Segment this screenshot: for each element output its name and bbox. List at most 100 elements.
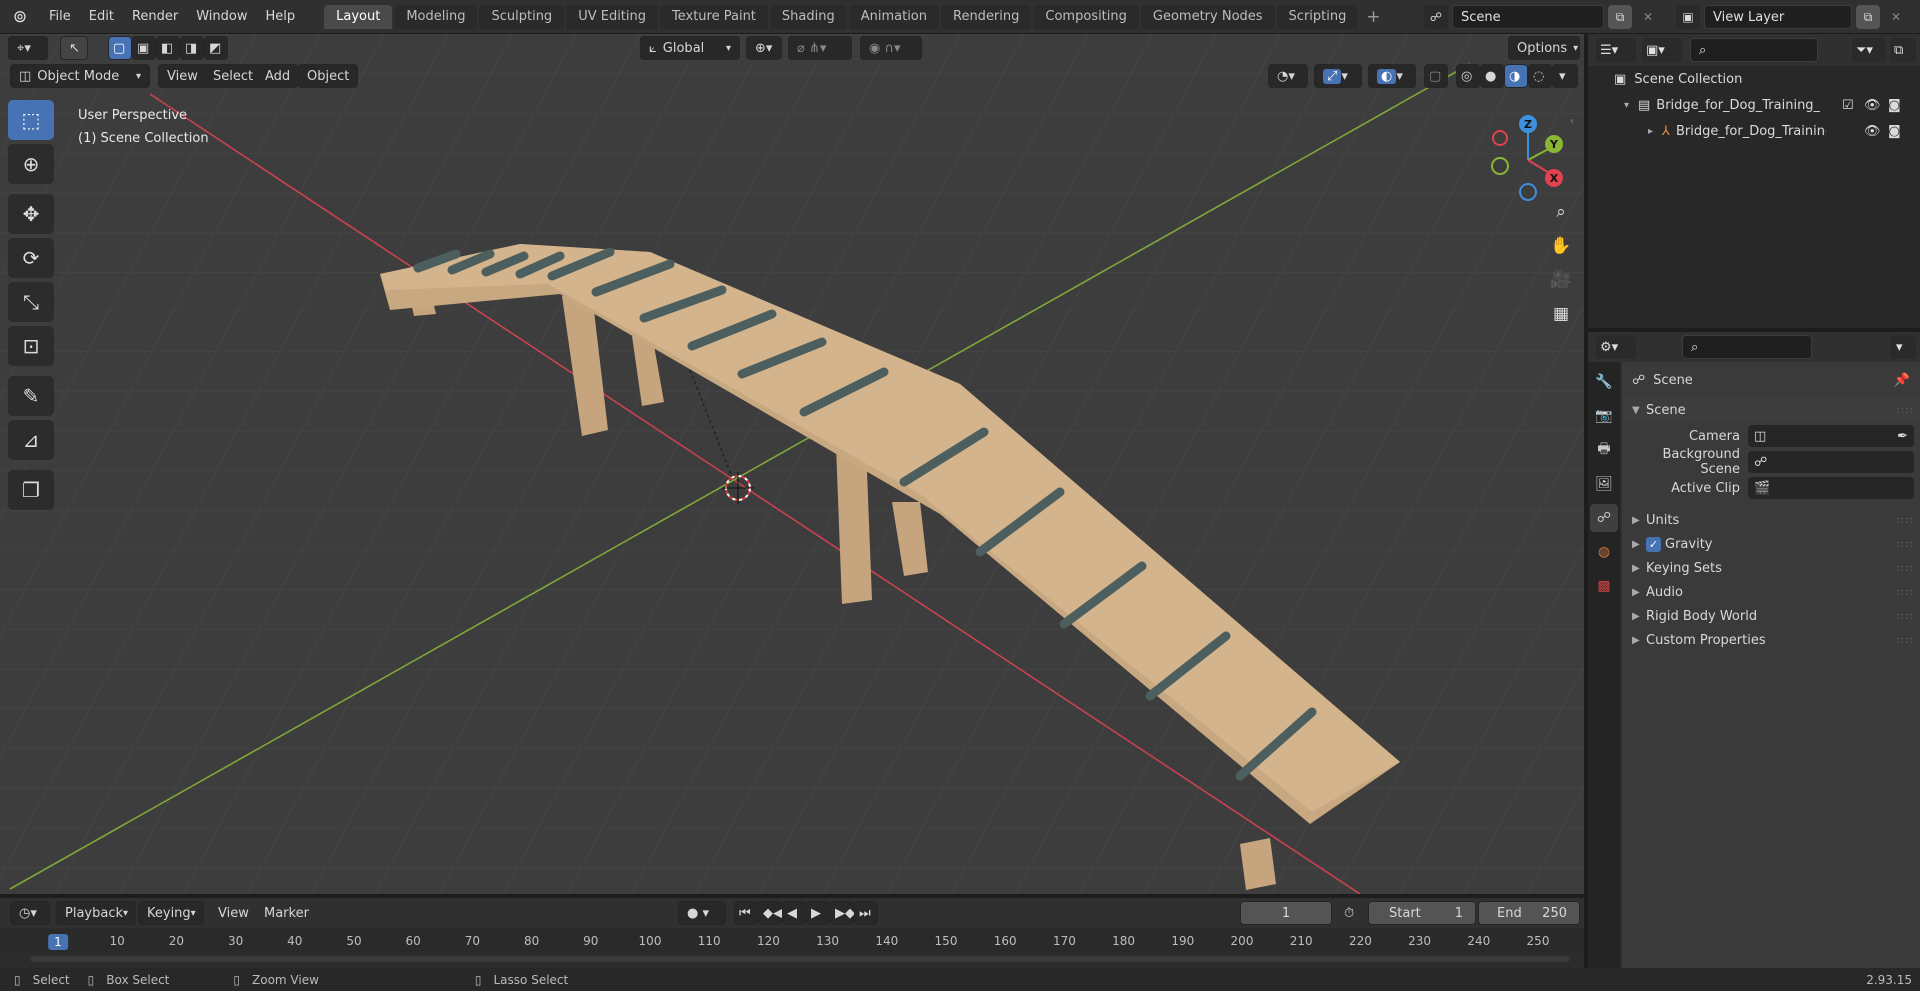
proportional-edit-icon[interactable]: ◉ ∩▾	[860, 36, 922, 60]
timeline-editor-type-icon[interactable]: ◷▾	[10, 901, 50, 925]
camera-field[interactable]: ◫ ✒	[1748, 425, 1914, 447]
panel-audio[interactable]: ▶ Audio ::::	[1622, 580, 1920, 604]
chevron-down-icon[interactable]: ▾	[1890, 335, 1916, 359]
drag-handle-icon[interactable]: ::::	[1897, 635, 1914, 646]
view-layer-field[interactable]: View Layer	[1704, 5, 1852, 29]
select-mode-new-icon[interactable]: ▢	[108, 36, 132, 60]
3d-viewport[interactable]: ⌖▾ ↖ ▢ ▣ ◧ ◨ ◩ ⟀ Global ▾ ⊕▾ ⌀ ⋔▾ ◉ ∩▾ Opt…	[0, 34, 1584, 894]
panel-units[interactable]: ▶ Units ::::	[1622, 508, 1920, 532]
background-scene-field[interactable]: ☍	[1748, 451, 1914, 473]
panel-custom-properties[interactable]: ▶ Custom Properties ::::	[1622, 628, 1920, 652]
new-scene-icon[interactable]: ⧉	[1608, 5, 1632, 29]
view-layer-icon[interactable]: ▣	[1676, 5, 1700, 29]
menu-help[interactable]: Help	[257, 0, 305, 34]
measure-tool-icon[interactable]: ⊿	[8, 420, 54, 460]
menu-file[interactable]: File	[40, 0, 80, 34]
new-collection-icon[interactable]: ⧉	[1890, 38, 1916, 62]
camera-render-icon[interactable]: ◙	[1888, 98, 1901, 113]
drag-handle-icon[interactable]: ::::	[1897, 563, 1914, 574]
menu-edit[interactable]: Edit	[80, 0, 123, 34]
select-mode-extend-icon[interactable]: ▣	[132, 36, 156, 60]
expand-arrow-icon[interactable]: ▾	[1624, 100, 1638, 111]
properties-editor-type-icon[interactable]: ⚙▾	[1596, 335, 1636, 359]
transform-tool-icon[interactable]: ⊡	[8, 326, 54, 366]
remove-view-layer-icon[interactable]: ✕	[1884, 5, 1908, 29]
keying-menu[interactable]: Keying ▾	[138, 901, 204, 925]
rotate-tool-icon[interactable]: ⟳	[8, 238, 54, 278]
wireframe-shading-icon[interactable]: ◎	[1456, 64, 1480, 88]
neg-x-axis-handle[interactable]	[1492, 130, 1508, 146]
jump-prev-keyframe-icon[interactable]: ◆◀	[758, 901, 783, 925]
pivot-point-icon[interactable]: ⊕▾	[746, 36, 782, 60]
move-tool-icon[interactable]: ✥	[8, 194, 54, 234]
menu-render[interactable]: Render	[123, 0, 187, 34]
material-preview-icon[interactable]: ◑	[1504, 64, 1528, 88]
select-mode-invert-icon[interactable]: ◨	[180, 36, 204, 60]
jump-start-icon[interactable]: ⏮	[734, 901, 758, 925]
eye-icon[interactable]: 👁	[1864, 98, 1881, 113]
cursor-tool-icon[interactable]: ⊕	[8, 144, 54, 184]
transform-orientation-dropdown[interactable]: ⟀ Global ▾	[640, 36, 740, 60]
tab-uv-editing[interactable]: UV Editing	[566, 4, 659, 29]
scene-name-field[interactable]: Scene	[1452, 5, 1604, 29]
menu-window[interactable]: Window	[187, 0, 256, 34]
select-mode-subtract-icon[interactable]: ◧	[156, 36, 180, 60]
outliner-row-scene-collection[interactable]: ▣ Scene Collection	[1588, 66, 1920, 92]
tab-animation[interactable]: Animation	[848, 4, 939, 29]
ortho-toggle-icon[interactable]: ▦	[1545, 298, 1577, 330]
editor-type-icon[interactable]: ⌖▾	[8, 36, 48, 60]
tool-tab-icon[interactable]: 🔧	[1590, 368, 1618, 396]
output-tab-icon[interactable]: 🖶	[1590, 436, 1618, 464]
play-icon[interactable]: ▶	[806, 901, 830, 925]
tab-sculpting[interactable]: Sculpting	[479, 4, 565, 29]
remove-scene-icon[interactable]: ✕	[1636, 5, 1660, 29]
menu-select[interactable]: Select	[204, 64, 263, 88]
drag-handle-icon[interactable]: ::::	[1897, 587, 1914, 598]
tab-shading[interactable]: Shading	[769, 4, 847, 29]
start-frame-field[interactable]: Start 1	[1368, 901, 1476, 925]
auto-keying-icon[interactable]: ● ▾	[678, 901, 726, 925]
panel-keying-sets[interactable]: ▶ Keying Sets ::::	[1622, 556, 1920, 580]
scale-tool-icon[interactable]: ⤡	[8, 282, 54, 322]
snap-icon[interactable]: ⌀ ⋔▾	[788, 36, 852, 60]
neg-z-axis-handle[interactable]	[1519, 183, 1537, 201]
jump-end-icon[interactable]: ⏭	[854, 901, 878, 925]
add-cube-tool-icon[interactable]: ❐	[8, 470, 54, 510]
panel-rigid-body-world[interactable]: ▶ Rigid Body World ::::	[1622, 604, 1920, 628]
camera-view-icon[interactable]: 🎥	[1545, 264, 1577, 296]
gravity-checkbox[interactable]: ✓	[1646, 536, 1661, 552]
menu-view[interactable]: View	[158, 64, 207, 88]
rendered-shading-icon[interactable]: ◌	[1528, 64, 1552, 88]
eyedropper-icon[interactable]: ✒	[1897, 429, 1908, 444]
select-tool-icon[interactable]: ↖	[60, 36, 88, 60]
exclude-checkbox-icon[interactable]: ☑	[1842, 98, 1854, 113]
frame-ruler[interactable]: 1 10 20 30 40 50 60 70 80 90 100 110 120 130 140 150 160…	[0, 930, 1584, 954]
overlays-toggle-icon[interactable]: ◐ ▾	[1368, 64, 1416, 88]
drag-handle-icon[interactable]: ::::	[1897, 405, 1914, 416]
menu-object[interactable]: Object	[298, 64, 359, 88]
scene-tab-icon[interactable]: ☍	[1590, 504, 1618, 532]
collapse-arrow-icon[interactable]: ▸	[1648, 126, 1662, 137]
jump-next-keyframe-icon[interactable]: ▶◆	[830, 901, 855, 925]
shading-options-icon[interactable]: ▾	[1552, 64, 1578, 88]
visibility-icon[interactable]: ◔▾	[1268, 64, 1308, 88]
pin-icon[interactable]: 📌	[1894, 373, 1910, 388]
neg-y-axis-handle[interactable]	[1491, 157, 1509, 175]
drag-handle-icon[interactable]: ::::	[1897, 539, 1914, 550]
solid-shading-icon[interactable]: ●	[1480, 64, 1504, 88]
tab-rendering[interactable]: Rendering	[941, 4, 1032, 29]
blender-logo-icon[interactable]: ⊚	[0, 0, 40, 34]
tab-compositing[interactable]: Compositing	[1033, 4, 1139, 29]
new-view-layer-icon[interactable]: ⧉	[1856, 5, 1880, 29]
pan-view-icon[interactable]: ✋	[1545, 230, 1577, 262]
outliner-row-collection[interactable]: ▾ ▤ Bridge_for_Dog_Training_Park ☑ 👁 ◙	[1588, 92, 1920, 118]
eye-icon[interactable]: 👁	[1864, 124, 1881, 139]
playback-menu[interactable]: Playback ▾	[56, 901, 136, 925]
properties-search-input[interactable]: ⌕	[1682, 335, 1812, 359]
select-box-tool-icon[interactable]: ⬚	[8, 100, 54, 140]
drag-handle-icon[interactable]: ::::	[1897, 515, 1914, 526]
tab-scripting[interactable]: Scripting	[1276, 4, 1359, 29]
gizmos-toggle-icon[interactable]: ⤢ ▾	[1314, 64, 1362, 88]
outliner-search-input[interactable]: ⌕	[1690, 38, 1818, 62]
panel-gravity[interactable]: ▶ ✓ Gravity ::::	[1622, 532, 1920, 556]
